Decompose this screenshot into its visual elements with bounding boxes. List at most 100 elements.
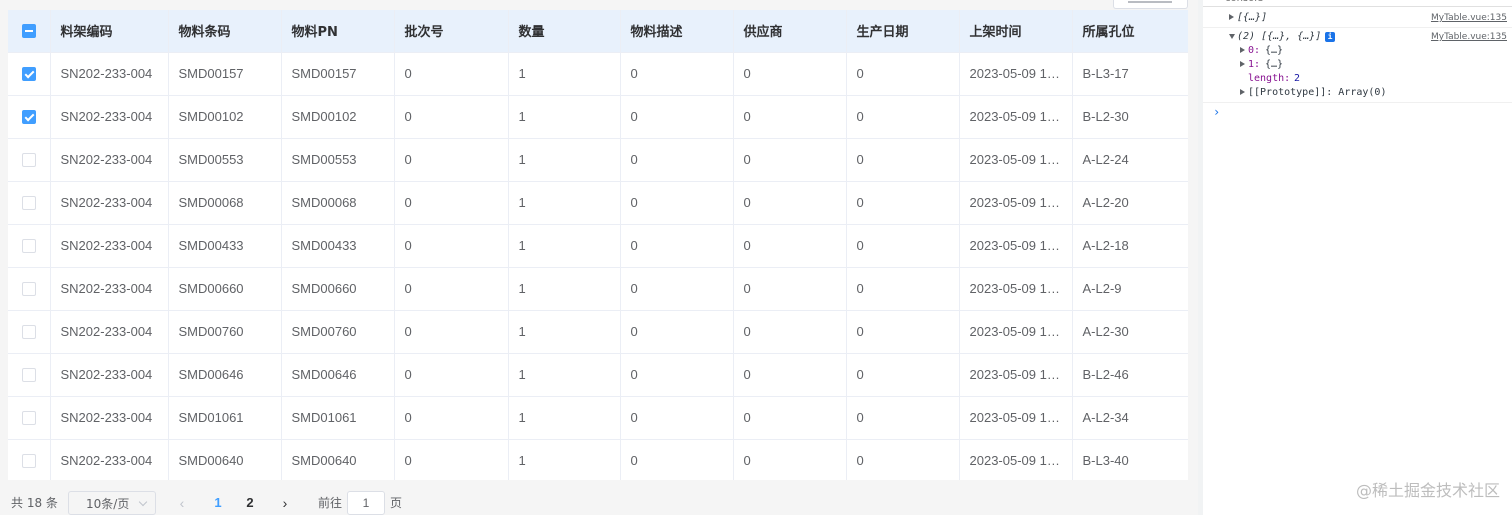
source-link[interactable]: MyTable.vue:135 bbox=[1431, 11, 1507, 25]
table-cell: A-L2-20 bbox=[1072, 181, 1188, 225]
row-checkbox[interactable] bbox=[21, 239, 36, 254]
row-select-cell bbox=[8, 439, 51, 480]
array-item-1[interactable]: 1: {…} bbox=[1203, 58, 1512, 72]
row-checkbox[interactable] bbox=[21, 368, 36, 383]
table-cell: SMD00553 bbox=[168, 138, 282, 182]
table-row[interactable]: SN202-233-004 SMD01061 SMD01061 0 1 0 0 0 2023-0… bbox=[8, 396, 1188, 440]
column-header[interactable]: 生产日期 bbox=[846, 10, 960, 53]
column-header[interactable]: 供应商 bbox=[733, 10, 847, 53]
table-row[interactable]: SN202-233-004 SMD00433 SMD00433 0 1 0 0 0 2023-0… bbox=[8, 224, 1188, 268]
table-cell: 0 bbox=[620, 224, 734, 268]
column-header[interactable]: 数量 bbox=[508, 10, 621, 53]
page-size-select[interactable]: 10条/页 bbox=[68, 491, 156, 515]
row-checkbox[interactable] bbox=[21, 110, 36, 125]
table-row[interactable]: SN202-233-004 SMD00102 SMD00102 0 1 0 0 0 2023-0… bbox=[8, 95, 1188, 139]
table-cell: B-L2-30 bbox=[1072, 95, 1188, 139]
column-header[interactable]: 物料条码 bbox=[168, 10, 282, 53]
row-checkbox[interactable] bbox=[21, 67, 36, 82]
table-row[interactable]: SN202-233-004 SMD00640 SMD00640 0 1 0 0 0 2023-0… bbox=[8, 439, 1188, 480]
table-row[interactable]: SN202-233-004 SMD00553 SMD00553 0 1 0 0 0 2023-0… bbox=[8, 138, 1188, 182]
table-cell: 0 bbox=[620, 138, 734, 182]
table-row[interactable]: SN202-233-004 SMD00068 SMD00068 0 1 0 0 0 2023-0… bbox=[8, 181, 1188, 225]
table-cell: 2023-05-09 1… bbox=[959, 95, 1073, 139]
table-cell: 0 bbox=[620, 181, 734, 225]
row-select-cell bbox=[8, 138, 51, 182]
column-header[interactable]: 批次号 bbox=[394, 10, 509, 53]
table-cell: SMD00760 bbox=[281, 310, 395, 354]
array-item-0[interactable]: 0: {…} bbox=[1203, 44, 1512, 58]
table-cell: 0 bbox=[620, 95, 734, 139]
table-cell: SMD00102 bbox=[168, 95, 282, 139]
info-icon[interactable]: i bbox=[1325, 32, 1335, 42]
table-cell: SMD00646 bbox=[168, 353, 282, 397]
expand-triangle-icon[interactable] bbox=[1229, 11, 1234, 25]
select-all-cell bbox=[8, 10, 51, 53]
console-log-entry[interactable]: (2) [{…}, {…}] i MyTable.vue:135 bbox=[1203, 30, 1512, 44]
table-cell: SN202-233-004 bbox=[50, 267, 169, 311]
table-row[interactable]: SN202-233-004 SMD00646 SMD00646 0 1 0 0 0 2023-0… bbox=[8, 353, 1188, 397]
source-link[interactable]: MyTable.vue:135 bbox=[1431, 30, 1507, 44]
column-header[interactable]: 所属孔位 bbox=[1072, 10, 1188, 53]
row-checkbox[interactable] bbox=[21, 411, 36, 426]
table-cell: 0 bbox=[394, 267, 509, 311]
table-cell: SMD00433 bbox=[168, 224, 282, 268]
toolbar-button-stub[interactable] bbox=[1113, 0, 1188, 9]
table-cell: 1 bbox=[508, 224, 621, 268]
page-size-value: 10条/页 bbox=[86, 497, 130, 511]
row-checkbox[interactable] bbox=[21, 454, 36, 469]
log-separator bbox=[1203, 102, 1512, 103]
table-cell: 0 bbox=[394, 353, 509, 397]
table-cell: 0 bbox=[733, 138, 847, 182]
page-number-2[interactable]: 2 bbox=[236, 491, 264, 515]
table-cell: 1 bbox=[508, 95, 621, 139]
row-checkbox[interactable] bbox=[21, 325, 36, 340]
table-cell: SN202-233-004 bbox=[50, 310, 169, 354]
expand-triangle-icon[interactable] bbox=[1240, 44, 1245, 58]
goto-page-input[interactable] bbox=[347, 491, 385, 515]
next-page-button[interactable]: › bbox=[275, 491, 295, 515]
console-prompt-icon[interactable]: › bbox=[1213, 105, 1220, 119]
log-separator bbox=[1203, 27, 1512, 28]
item-key: 0: bbox=[1248, 45, 1261, 56]
log-array-preview: (2) [{…}, {…}] bbox=[1237, 31, 1322, 42]
table-cell: SMD00760 bbox=[168, 310, 282, 354]
column-header[interactable]: 物料描述 bbox=[620, 10, 734, 53]
table-cell: 0 bbox=[733, 181, 847, 225]
table-cell: 1 bbox=[508, 181, 621, 225]
column-header[interactable]: 物料PN bbox=[281, 10, 395, 53]
table-cell: SMD00660 bbox=[281, 267, 395, 311]
table-cell: 2023-05-09 1… bbox=[959, 224, 1073, 268]
table-cell: 0 bbox=[846, 138, 960, 182]
row-checkbox[interactable] bbox=[21, 153, 36, 168]
prev-page-button[interactable]: ‹ bbox=[172, 491, 192, 515]
table-cell: B-L3-40 bbox=[1072, 439, 1188, 480]
table-cell: 0 bbox=[846, 310, 960, 354]
row-checkbox[interactable] bbox=[21, 196, 36, 211]
row-select-cell bbox=[8, 52, 51, 96]
row-select-cell bbox=[8, 310, 51, 354]
select-all-checkbox[interactable] bbox=[21, 23, 36, 38]
expand-triangle-icon[interactable] bbox=[1240, 86, 1245, 100]
row-checkbox[interactable] bbox=[21, 282, 36, 297]
collapse-triangle-icon[interactable] bbox=[1229, 30, 1235, 44]
table-cell: 0 bbox=[620, 267, 734, 311]
column-header[interactable]: 料架编码 bbox=[50, 10, 169, 53]
table-cell: SMD00157 bbox=[281, 52, 395, 96]
table-row[interactable]: SN202-233-004 SMD00660 SMD00660 0 1 0 0 0 2023-0… bbox=[8, 267, 1188, 311]
table-cell: SMD00068 bbox=[281, 181, 395, 225]
chevron-down-icon bbox=[138, 497, 148, 507]
table-row[interactable]: SN202-233-004 SMD00760 SMD00760 0 1 0 0 0 2023-0… bbox=[8, 310, 1188, 354]
page-number-1[interactable]: 1 bbox=[204, 491, 232, 515]
table-cell: A-L2-18 bbox=[1072, 224, 1188, 268]
table-cell: SMD00068 bbox=[168, 181, 282, 225]
expand-triangle-icon[interactable] bbox=[1240, 58, 1245, 72]
column-header[interactable]: 上架时间 bbox=[959, 10, 1073, 53]
table-row[interactable]: SN202-233-004 SMD00157 SMD00157 0 1 0 0 0 2023-0… bbox=[8, 52, 1188, 96]
console-log-entry[interactable]: [{…}] MyTable.vue:135 bbox=[1203, 11, 1512, 25]
table-cell: 0 bbox=[620, 439, 734, 480]
table-header-row: 料架编码 物料条码 物料PN 批次号 数量 物料描述 供应商 生产日期 上架时间… bbox=[8, 10, 1188, 53]
log-array-preview: [{…}] bbox=[1237, 12, 1268, 23]
array-prototype[interactable]: [[Prototype]]: Array(0) bbox=[1203, 86, 1512, 100]
table-cell: 0 bbox=[733, 396, 847, 440]
table-cell: 2023-05-09 1… bbox=[959, 353, 1073, 397]
